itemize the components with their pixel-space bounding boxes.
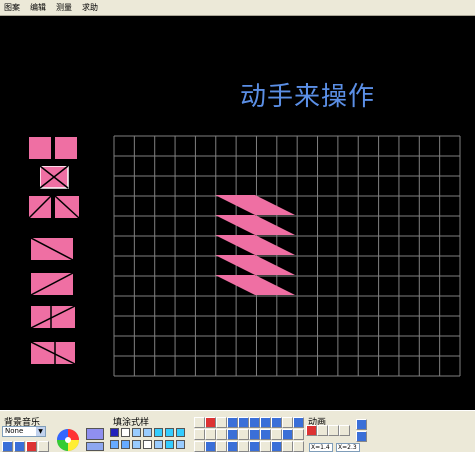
- fill-pattern-13[interactable]: [165, 440, 174, 449]
- music-select[interactable]: None ▼: [2, 426, 46, 437]
- fill-pattern-12[interactable]: [154, 440, 163, 449]
- fill-color-swatch[interactable]: [86, 428, 104, 440]
- tool-arc[interactable]: [260, 417, 271, 428]
- tool-flip[interactable]: [260, 429, 271, 440]
- chevron-down-icon[interactable]: ▼: [36, 427, 45, 436]
- music-select-value: None: [5, 427, 24, 435]
- tool-c[interactable]: [216, 441, 227, 452]
- tool-e[interactable]: [238, 441, 249, 452]
- tool-button[interactable]: [38, 441, 49, 452]
- shape-crossed-square[interactable]: [40, 166, 70, 190]
- tool-delete[interactable]: [205, 417, 216, 428]
- fill-pattern-10[interactable]: [132, 440, 141, 449]
- fill-pattern-5[interactable]: [154, 428, 163, 437]
- tool-triangle[interactable]: [282, 417, 293, 428]
- fill-pattern-7[interactable]: [176, 428, 185, 437]
- menu-item-measure[interactable]: 测量: [55, 2, 73, 13]
- tessellation-pattern: [215, 195, 295, 295]
- line-color-swatch[interactable]: [86, 442, 104, 451]
- tool-rotate[interactable]: [249, 429, 260, 440]
- menu-bar: 图案 编辑 测量 求助: [0, 0, 475, 16]
- tool-h[interactable]: [271, 441, 282, 452]
- tool-a[interactable]: [194, 441, 205, 452]
- tool-j[interactable]: [293, 441, 304, 452]
- tool-zoom[interactable]: [227, 429, 238, 440]
- shape-parallelogram-rect[interactable]: [31, 342, 77, 366]
- anim-step-button[interactable]: [328, 425, 339, 436]
- menu-item-help[interactable]: 求助: [81, 2, 99, 13]
- fill-pattern-1[interactable]: [110, 428, 119, 437]
- anim-stop-button[interactable]: [339, 425, 350, 436]
- menu-item-edit[interactable]: 编辑: [29, 2, 47, 13]
- tool-copy[interactable]: [216, 429, 227, 440]
- fill-pattern-8[interactable]: [110, 440, 119, 449]
- anim-play-button[interactable]: [317, 425, 328, 436]
- tool-mirror[interactable]: [271, 429, 282, 440]
- tool-g[interactable]: [260, 441, 271, 452]
- record-button[interactable]: [26, 441, 37, 452]
- tool-circle[interactable]: [238, 417, 249, 428]
- tool-select[interactable]: [194, 417, 205, 428]
- tool-rect[interactable]: [216, 417, 227, 428]
- scroll-down-button[interactable]: [356, 431, 367, 442]
- anim-record-button[interactable]: [306, 425, 317, 436]
- canvas-title: 动手来操作: [240, 82, 376, 112]
- shape-diagonal-rect-a[interactable]: [31, 238, 75, 262]
- tool-d[interactable]: [227, 441, 238, 452]
- fill-pattern-6[interactable]: [165, 428, 174, 437]
- stop-button[interactable]: [14, 441, 25, 452]
- scroll-up-button[interactable]: [356, 419, 367, 430]
- fill-pattern-14[interactable]: [176, 440, 185, 449]
- tool-b[interactable]: [205, 441, 216, 452]
- menu-item-pattern[interactable]: 图案: [3, 2, 21, 13]
- tool-polygon[interactable]: [271, 417, 282, 428]
- tool-line[interactable]: [293, 417, 304, 428]
- shape-diagonal-rect-b[interactable]: [31, 273, 75, 297]
- bottom-toolbar: 背景音乐 None ▼ 填涂式样 动画 X=1.4 X=2.3: [0, 410, 475, 452]
- fill-pattern-3[interactable]: [132, 428, 141, 437]
- status-x: X=1.4: [309, 443, 333, 452]
- status-y: X=2.3: [336, 443, 360, 452]
- play-button[interactable]: [2, 441, 13, 452]
- tool-grid[interactable]: [194, 429, 205, 440]
- tool-measure[interactable]: [238, 429, 249, 440]
- color-wheel-icon[interactable]: [55, 428, 81, 452]
- fill-pattern-11[interactable]: [143, 440, 152, 449]
- fill-pattern-9[interactable]: [121, 440, 130, 449]
- tool-ellipse[interactable]: [249, 417, 260, 428]
- tool-scale[interactable]: [293, 429, 304, 440]
- fill-pattern-2[interactable]: [121, 428, 130, 437]
- tool-i[interactable]: [282, 441, 293, 452]
- tool-move[interactable]: [205, 429, 216, 440]
- fill-pattern-4[interactable]: [143, 428, 152, 437]
- shape-split-triangles[interactable]: [29, 196, 81, 220]
- tool-translate[interactable]: [282, 429, 293, 440]
- coordinate-grid[interactable]: [113, 135, 461, 377]
- shape-two-squares[interactable]: [29, 137, 79, 159]
- fill-style-label: 填涂式样: [113, 418, 150, 428]
- shape-split-rect[interactable]: [31, 306, 77, 330]
- tool-f[interactable]: [249, 441, 260, 452]
- tool-fill[interactable]: [227, 417, 238, 428]
